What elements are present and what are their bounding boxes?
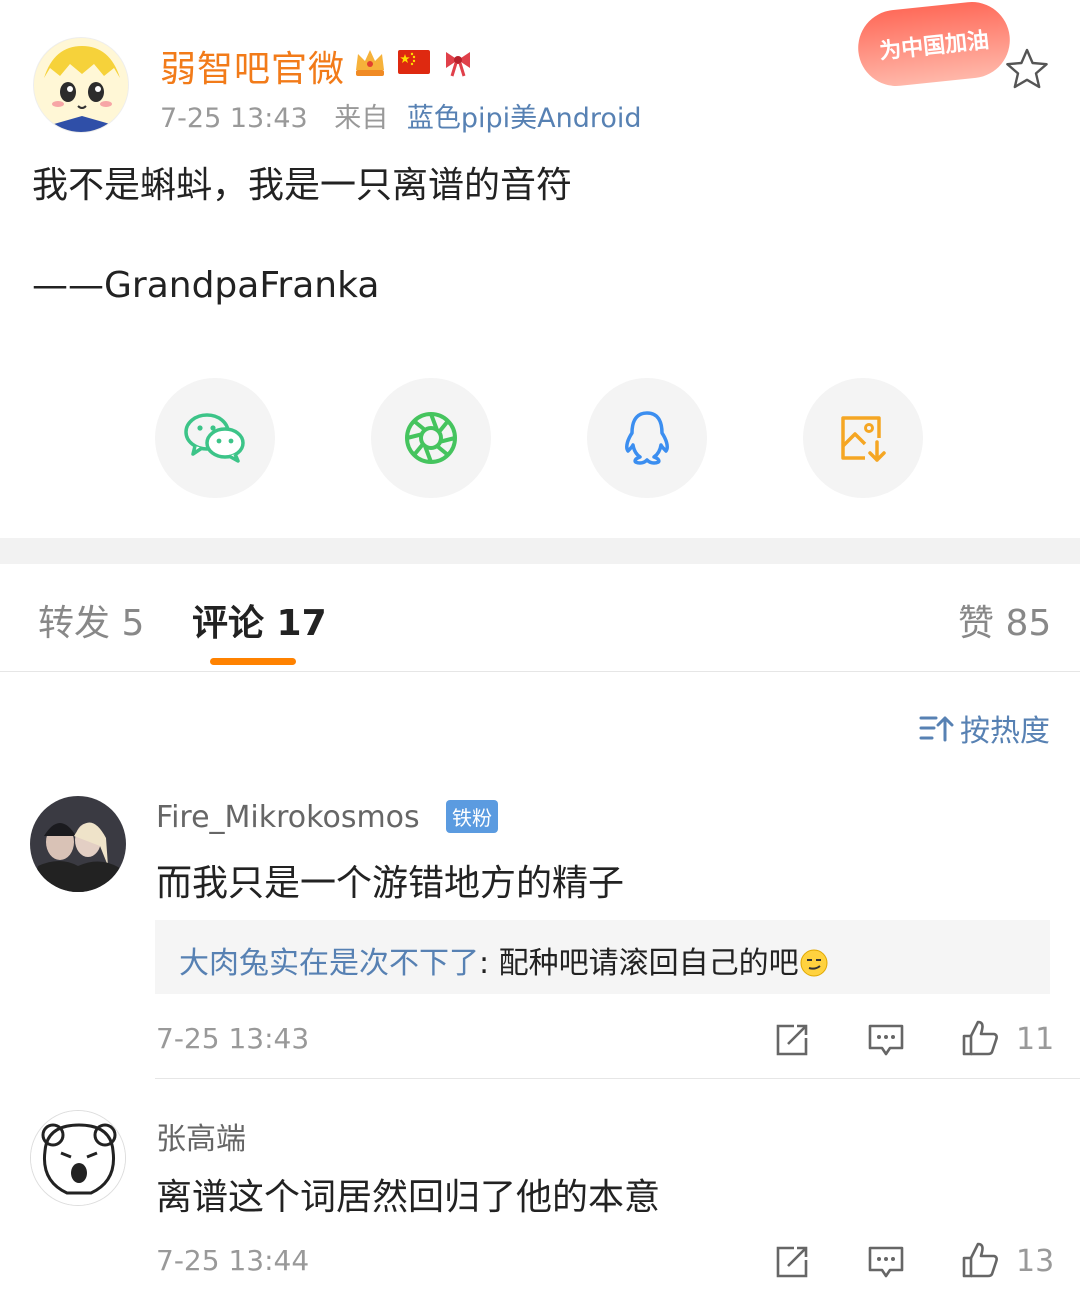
- like-count: 11: [1016, 1022, 1055, 1057]
- crown-icon[interactable]: [352, 44, 388, 80]
- comment-separator: [155, 1078, 1080, 1079]
- author-avatar[interactable]: [33, 37, 129, 133]
- tab-likes[interactable]: 赞 85: [958, 594, 1051, 646]
- post-header: 弱智吧官微 7-25 13:43 来自 蓝色pipi美Android 为中国加油: [0, 0, 1080, 140]
- tab-repost[interactable]: 转发 5: [38, 594, 144, 646]
- repost-icon[interactable]: [772, 1020, 812, 1060]
- wechat-icon: [184, 413, 245, 463]
- bow-ribbon-icon: [446, 52, 470, 77]
- post-credit: ——GrandpaFranka: [32, 265, 380, 306]
- commenter-avatar[interactable]: [30, 796, 126, 892]
- comment-icon[interactable]: [866, 1020, 906, 1060]
- save-image-icon: [841, 416, 886, 462]
- comment-text: 离谱这个词居然回归了他的本意: [156, 1177, 661, 1218]
- tab-comments[interactable]: 评论 17: [192, 594, 327, 646]
- author-name[interactable]: 弱智吧官微: [160, 40, 345, 92]
- post-text: 我不是蝌蚪，我是一只离谱的音符: [32, 165, 573, 206]
- sort-button[interactable]: 按热度: [918, 706, 1050, 750]
- reply-author[interactable]: 大肉兔实在是次不下了: [179, 946, 479, 981]
- author-badges: [352, 44, 476, 80]
- share-qq-button[interactable]: [587, 378, 707, 498]
- avatar-bear-meme: [31, 1111, 125, 1205]
- commenter-name[interactable]: 张高端: [156, 1114, 246, 1158]
- share-moments-button[interactable]: [371, 378, 491, 498]
- china-flag-icon: [398, 50, 430, 74]
- comment-time: 7-25 13:43: [156, 1022, 310, 1055]
- fan-badge: 铁粉: [446, 800, 498, 833]
- star-icon[interactable]: [1004, 46, 1050, 92]
- comment-time: 7-25 13:44: [156, 1244, 310, 1277]
- avatar-photo: [30, 796, 126, 892]
- share-row: [0, 378, 1080, 498]
- like-count: 13: [1016, 1244, 1055, 1279]
- post-time: 7-25 13:43: [160, 103, 308, 134]
- smirk-emoji-icon: [800, 949, 828, 977]
- avatar-illustration: [34, 38, 128, 132]
- qq-icon: [625, 411, 669, 465]
- post-meta: 7-25 13:43 来自 蓝色pipi美Android: [160, 96, 642, 135]
- sort-label: 按热度: [960, 714, 1050, 749]
- interaction-tabs: 转发 5 评论 17 赞 85: [0, 564, 1080, 672]
- promo-badge[interactable]: 为中国加油: [854, 0, 1014, 90]
- commenter-name[interactable]: Fire_Mikrokosmos: [156, 800, 420, 835]
- save-image-button[interactable]: [803, 378, 923, 498]
- commenter-avatar[interactable]: [30, 1110, 126, 1206]
- comment-icon[interactable]: [866, 1242, 906, 1282]
- moments-icon: [405, 412, 457, 464]
- section-divider: [0, 538, 1080, 564]
- repost-icon[interactable]: [772, 1242, 812, 1282]
- like-icon[interactable]: [960, 1018, 1000, 1058]
- comment-reply-preview[interactable]: 大肉兔实在是次不下了: 配种吧请滚回自己的吧: [155, 920, 1050, 994]
- active-tab-indicator: [210, 658, 296, 665]
- like-icon[interactable]: [960, 1240, 1000, 1280]
- sort-icon: [919, 716, 954, 742]
- share-wechat-button[interactable]: [155, 378, 275, 498]
- reply-text: : 配种吧请滚回自己的吧: [479, 946, 799, 981]
- comment-text: 而我只是一个游错地方的精子: [156, 863, 625, 904]
- post-source[interactable]: 蓝色pipi美Android: [407, 103, 642, 134]
- from-label: 来自: [334, 103, 389, 134]
